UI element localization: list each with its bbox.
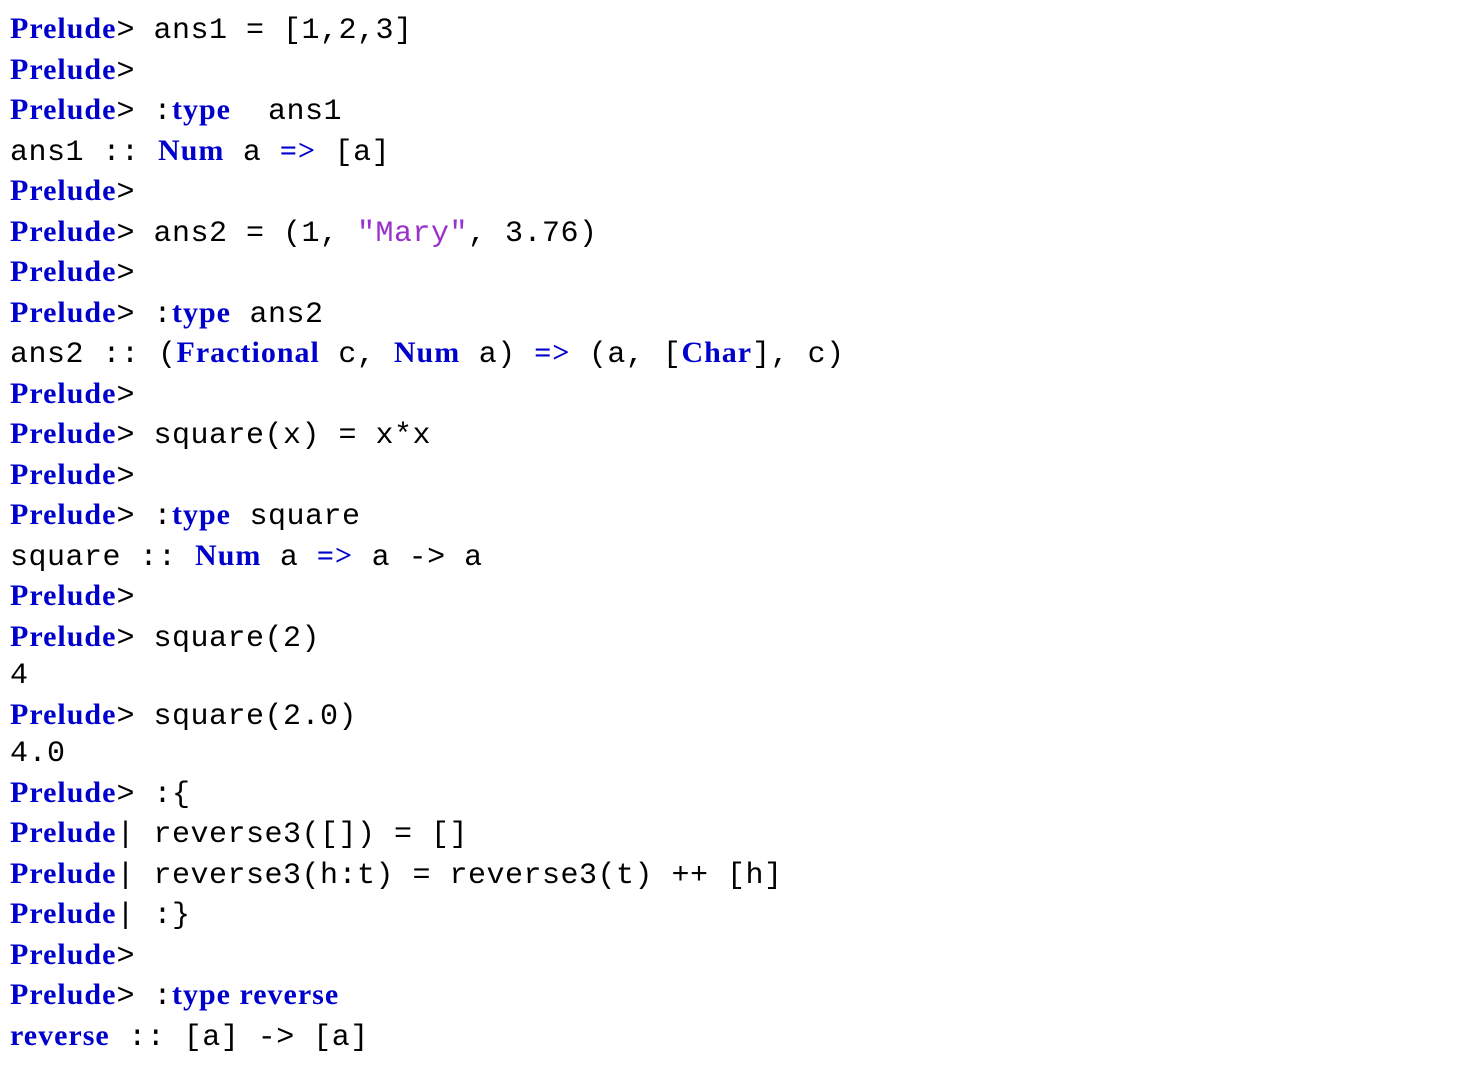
keyword-token: Prelude bbox=[10, 698, 116, 731]
terminal-line: Prelude> bbox=[10, 577, 1460, 618]
terminal-line: 4 bbox=[10, 658, 1460, 696]
keyword-token: Prelude bbox=[10, 620, 116, 653]
text-token: ans2 :: ( bbox=[10, 338, 177, 372]
text-token: > bbox=[116, 460, 135, 494]
terminal-line: Prelude> square(x) = x*x bbox=[10, 415, 1460, 456]
keyword-token: Prelude bbox=[10, 255, 116, 288]
terminal-line: Prelude> :type square bbox=[10, 496, 1460, 537]
text-token: > bbox=[116, 581, 135, 615]
keyword-token: reverse bbox=[10, 1019, 110, 1052]
keyword-token: type reverse bbox=[172, 978, 339, 1011]
terminal-line: ans2 :: (Fractional c, Num a) => (a, [Ch… bbox=[10, 334, 1460, 375]
keyword-token: Prelude bbox=[10, 12, 116, 45]
text-token: > : bbox=[116, 500, 172, 534]
keyword-token: => bbox=[317, 539, 353, 572]
terminal-line: reverse :: [a] -> [a] bbox=[10, 1017, 1460, 1058]
text-token: > : bbox=[116, 95, 172, 129]
terminal-line: Prelude> bbox=[10, 375, 1460, 416]
text-token: > bbox=[116, 176, 135, 210]
terminal-line: Prelude> :type ans1 bbox=[10, 91, 1460, 132]
text-token: | :} bbox=[116, 899, 190, 933]
text-token: > ans1 = [1,2,3] bbox=[116, 14, 412, 48]
terminal-line: Prelude> square(2.0) bbox=[10, 696, 1460, 737]
text-token: > ans2 = (1, bbox=[116, 217, 357, 251]
text-token: , 3.76) bbox=[468, 217, 598, 251]
terminal-line: Prelude> :type reverse bbox=[10, 976, 1460, 1017]
keyword-token: Prelude bbox=[10, 498, 116, 531]
terminal-line: Prelude> bbox=[10, 456, 1460, 497]
terminal-line: Prelude> square(2) bbox=[10, 618, 1460, 659]
text-token: a bbox=[224, 136, 280, 170]
keyword-token: type bbox=[172, 498, 231, 531]
keyword-token: type bbox=[172, 296, 231, 329]
keyword-token: Prelude bbox=[10, 53, 116, 86]
text-token: a -> a bbox=[353, 541, 483, 575]
keyword-token: type bbox=[172, 93, 231, 126]
text-token: square bbox=[231, 500, 361, 534]
text-token: | reverse3([]) = [] bbox=[116, 818, 468, 852]
text-token: :: [a] -> [a] bbox=[110, 1021, 369, 1055]
terminal-line: Prelude> bbox=[10, 936, 1460, 977]
text-token: > square(x) = x*x bbox=[116, 419, 431, 453]
terminal-line: Prelude| :} bbox=[10, 895, 1460, 936]
text-token: ans1 bbox=[231, 95, 342, 129]
terminal-line: 4.0 bbox=[10, 736, 1460, 774]
terminal-line: Prelude> ans2 = (1, "Mary", 3.76) bbox=[10, 213, 1460, 254]
keyword-token: Fractional bbox=[177, 336, 320, 369]
text-token: a) bbox=[460, 338, 534, 372]
text-token: square :: bbox=[10, 541, 195, 575]
terminal-line: Prelude> :type ans2 bbox=[10, 294, 1460, 335]
terminal-line: Prelude> :{ bbox=[10, 774, 1460, 815]
keyword-token: Prelude bbox=[10, 458, 116, 491]
terminal-output: Prelude> ans1 = [1,2,3]Prelude>Prelude> … bbox=[10, 10, 1460, 1057]
keyword-token: Prelude bbox=[10, 857, 116, 890]
text-token: (a, [ bbox=[570, 338, 681, 372]
terminal-line: Prelude> bbox=[10, 51, 1460, 92]
text-token: ans1 :: bbox=[10, 136, 158, 170]
text-token: [a] bbox=[316, 136, 390, 170]
terminal-line: Prelude> ans1 = [1,2,3] bbox=[10, 10, 1460, 51]
terminal-line: Prelude> bbox=[10, 172, 1460, 213]
keyword-token: Prelude bbox=[10, 978, 116, 1011]
keyword-token: Prelude bbox=[10, 377, 116, 410]
text-token: 4.0 bbox=[10, 737, 66, 771]
keyword-token: Prelude bbox=[10, 816, 116, 849]
terminal-line: square :: Num a => a -> a bbox=[10, 537, 1460, 578]
keyword-token: Prelude bbox=[10, 579, 116, 612]
keyword-token: => bbox=[534, 336, 570, 369]
terminal-line: Prelude| reverse3([]) = [] bbox=[10, 814, 1460, 855]
text-token: > square(2.0) bbox=[116, 700, 357, 734]
text-token: > bbox=[116, 940, 135, 974]
string-token: "Mary" bbox=[357, 217, 468, 251]
terminal-line: Prelude> bbox=[10, 253, 1460, 294]
text-token: ans2 bbox=[231, 298, 324, 332]
keyword-token: Num bbox=[195, 539, 261, 572]
keyword-token: Prelude bbox=[10, 296, 116, 329]
text-token: > : bbox=[116, 980, 172, 1014]
text-token: 4 bbox=[10, 659, 29, 693]
text-token: | reverse3(h:t) = reverse3(t) ++ [h] bbox=[116, 859, 782, 893]
keyword-token: Prelude bbox=[10, 215, 116, 248]
keyword-token: Prelude bbox=[10, 93, 116, 126]
text-token: ], c) bbox=[752, 338, 845, 372]
keyword-token: Num bbox=[158, 134, 224, 167]
keyword-token: Char bbox=[681, 336, 752, 369]
text-token: > : bbox=[116, 298, 172, 332]
text-token: a bbox=[261, 541, 317, 575]
text-token: > square(2) bbox=[116, 622, 320, 656]
keyword-token: Prelude bbox=[10, 174, 116, 207]
text-token: > bbox=[116, 379, 135, 413]
keyword-token: Num bbox=[394, 336, 460, 369]
keyword-token: Prelude bbox=[10, 417, 116, 450]
keyword-token: Prelude bbox=[10, 938, 116, 971]
text-token: > bbox=[116, 257, 135, 291]
keyword-token: Prelude bbox=[10, 897, 116, 930]
terminal-line: ans1 :: Num a => [a] bbox=[10, 132, 1460, 173]
text-token: > :{ bbox=[116, 778, 190, 812]
keyword-token: Prelude bbox=[10, 776, 116, 809]
keyword-token: => bbox=[280, 134, 316, 167]
terminal-line: Prelude| reverse3(h:t) = reverse3(t) ++ … bbox=[10, 855, 1460, 896]
text-token: > bbox=[116, 55, 135, 89]
text-token: c, bbox=[320, 338, 394, 372]
